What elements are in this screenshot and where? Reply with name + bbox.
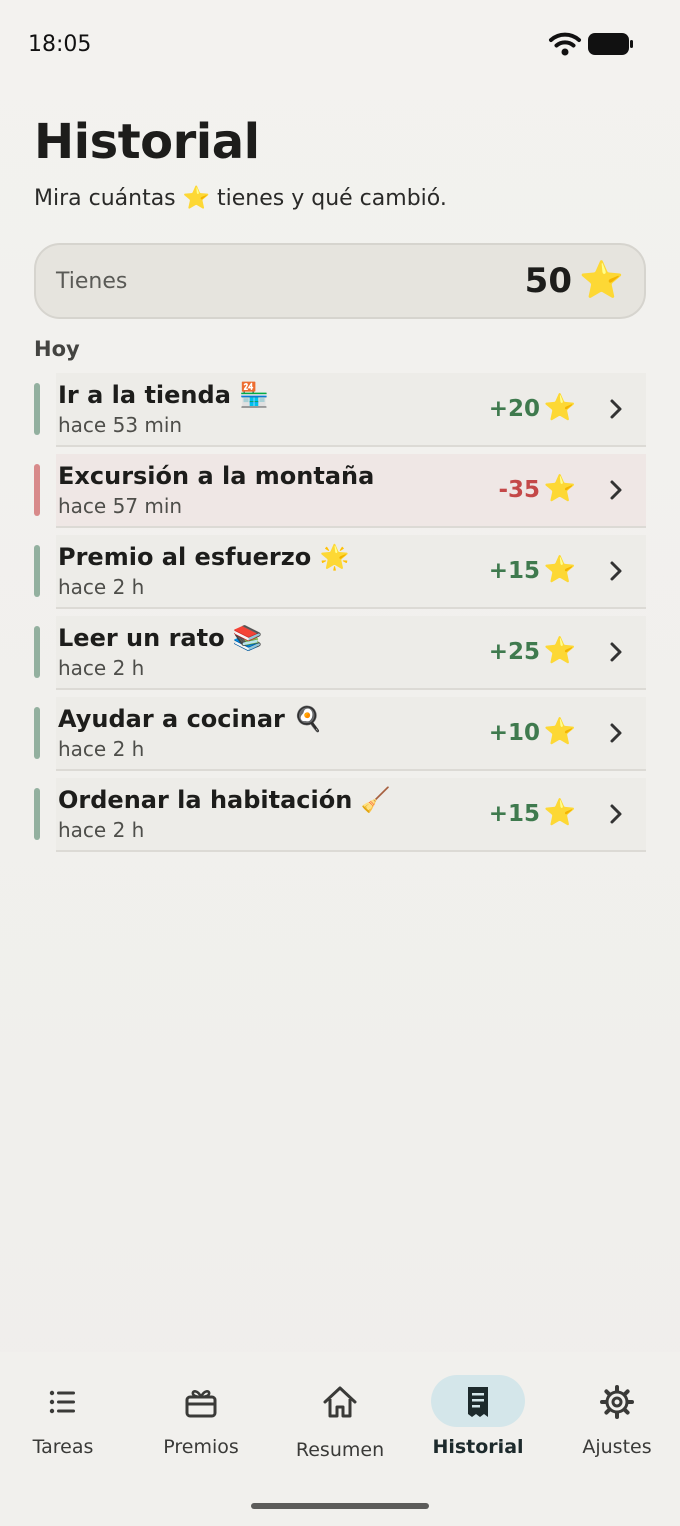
chevron-right-icon [610,642,622,662]
balance-card: Tienes 50 ⭐ [34,243,646,319]
nav-item-premios[interactable]: Premios [141,1372,261,1472]
positive-accent-bar [34,626,40,678]
history-row[interactable]: Ir a la tienda 🏪 hace 53 min +20 ⭐ [34,373,646,447]
entry-amount: +25 [488,639,540,665]
chevron-right-icon [610,723,622,743]
nav-label: Historial [432,1436,524,1458]
entry-name: Premio al esfuerzo 🌟 [58,543,350,571]
positive-accent-bar [34,788,40,840]
chevron-right-icon [610,561,622,581]
home-indicator [251,1503,429,1509]
nav-label: Premios [163,1436,239,1458]
nav-item-resumen[interactable]: Resumen [280,1372,400,1472]
entry-time: hace 2 h [58,575,145,599]
history-row[interactable]: Ordenar la habitación 🧹 hace 2 h +15 ⭐ [34,778,646,852]
star-icon: ⭐ [543,474,576,504]
history-row[interactable]: Ayudar a cocinar 🍳 hace 2 h +10 ⭐ [34,697,646,771]
nav-label: Tareas [32,1436,94,1458]
star-icon: ⭐ [543,393,576,423]
wifi-icon [549,32,581,56]
page-subtitle: Mira cuántas ⭐ tienes y qué cambió. [34,186,447,211]
star-icon: ⭐ [543,717,576,747]
chevron-right-icon [610,804,622,824]
positive-accent-bar [34,383,40,435]
balance-value: 50 [524,261,572,301]
history-row[interactable]: Leer un rato 📚 hace 2 h +25 ⭐ [34,616,646,690]
entry-time: hace 2 h [58,737,145,761]
section-label-today: Hoy [34,337,80,361]
home-icon [323,1386,357,1418]
battery-icon [588,33,633,55]
entry-time: hace 2 h [58,656,145,680]
status-time: 18:05 [28,32,92,57]
star-icon: ⭐ [543,636,576,666]
history-row[interactable]: Premio al esfuerzo 🌟 hace 2 h +15 ⭐ [34,535,646,609]
entry-name: Leer un rato 📚 [58,624,263,652]
status-bar: 18:05 [0,0,680,90]
entry-amount: +20 [488,396,540,422]
nav-item-historial[interactable]: Historial [418,1372,538,1472]
entry-amount: +15 [488,801,540,827]
gear-icon [600,1385,634,1419]
entry-time: hace 53 min [58,413,183,437]
receipt-icon [468,1387,488,1417]
gift-icon [185,1390,217,1418]
entry-amount: +10 [488,720,540,746]
nav-item-ajustes[interactable]: Ajustes [557,1372,677,1472]
page-title: Historial [34,114,260,170]
entry-amount: -35 [498,477,540,503]
entry-time: hace 57 min [58,494,183,518]
star-icon: ⭐ [543,798,576,828]
chevron-right-icon [610,480,622,500]
nav-label: Ajustes [582,1436,652,1458]
star-icon: ⭐ [579,260,624,301]
entry-amount: +15 [488,558,540,584]
chevron-right-icon [610,399,622,419]
list-icon [49,1390,75,1414]
entry-name: Ayudar a cocinar 🍳 [58,705,324,733]
nav-label: Resumen [295,1439,385,1461]
nav-item-tareas[interactable]: Tareas [3,1372,123,1472]
entry-name: Ordenar la habitación 🧹 [58,786,391,814]
star-icon: ⭐ [543,555,576,585]
balance-label: Tienes [56,269,128,294]
positive-accent-bar [34,545,40,597]
bottom-nav: Tareas Premios Resumen Historial Ajustes [0,1352,680,1526]
negative-accent-bar [34,464,40,516]
entry-time: hace 2 h [58,818,145,842]
history-row[interactable]: Excursión a la montaña hace 57 min -35 ⭐ [34,454,646,528]
entry-name: Ir a la tienda 🏪 [58,381,270,409]
positive-accent-bar [34,707,40,759]
entry-name: Excursión a la montaña [58,462,375,490]
